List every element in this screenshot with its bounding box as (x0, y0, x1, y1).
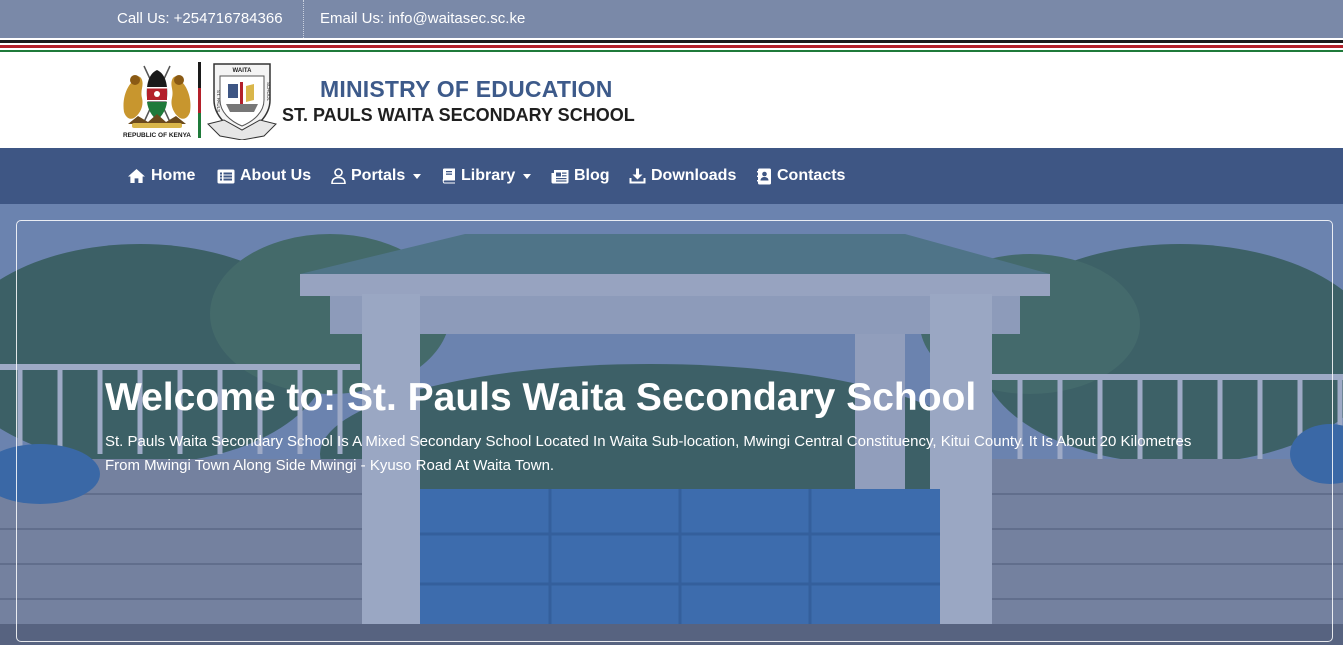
nav-library-label: Library (461, 167, 516, 184)
nav-blog-label: Blog (574, 167, 610, 184)
nav-about-us-label: About Us (240, 167, 312, 184)
chevron-down-icon (413, 173, 422, 179)
newspaper-icon (551, 169, 569, 183)
home-icon (128, 168, 145, 184)
topbar-divider (303, 0, 304, 38)
nav-home-label: Home (151, 167, 196, 184)
nav-portals[interactable]: Portals (331, 148, 422, 204)
user-icon (331, 168, 346, 184)
hero-title: Welcome to: St. Pauls Waita Secondary Sc… (105, 376, 977, 419)
nav-home[interactable]: Home (127, 148, 195, 204)
call-us-text[interactable]: Call Us: +254716784366 (117, 10, 283, 27)
school-crest-logo[interactable]: WAITA ST. PAULS SCHOOL (204, 60, 280, 140)
email-us-text[interactable]: Email Us: info@waitasec.sc.ke (320, 10, 525, 27)
download-icon (629, 168, 646, 184)
coat-caption: REPUBLIC OF KENYA (123, 132, 191, 139)
school-name: ST. PAULS WAITA SECONDARY SCHOOL (282, 105, 635, 125)
crest-left-text: ST. PAULS (216, 90, 221, 112)
nav-contacts-label: Contacts (777, 167, 846, 184)
ministry-title: MINISTRY OF EDUCATION (320, 76, 613, 102)
nav-downloads[interactable]: Downloads (629, 148, 736, 204)
main-navigation: Home About Us Portals Library Blog Downl… (0, 148, 1343, 204)
contact-book-icon (757, 168, 771, 184)
nav-portals-label: Portals (351, 167, 406, 184)
hero-banner: Welcome to: St. Pauls Waita Secondary Sc… (0, 204, 1343, 645)
list-icon (217, 169, 235, 183)
flag-stripes (0, 38, 1343, 52)
nav-contacts[interactable]: Contacts (757, 148, 845, 204)
nav-downloads-label: Downloads (651, 167, 737, 184)
hero-description: St. Pauls Waita Secondary School Is A Mi… (105, 433, 1192, 474)
kenya-coat-of-arms-logo[interactable]: REPUBLIC OF KENYA (118, 60, 196, 140)
crest-top-text: WAITA (233, 68, 253, 74)
chevron-down-icon (523, 173, 532, 179)
nav-library[interactable]: Library (442, 148, 532, 204)
top-info-bar: Call Us: +254716784366 Email Us: info@wa… (0, 0, 1343, 38)
site-header: REPUBLIC OF KENYA WAITA ST. PAULS SCHOOL… (0, 52, 1343, 148)
nav-blog[interactable]: Blog (551, 148, 610, 204)
nav-about-us[interactable]: About Us (217, 148, 311, 204)
header-divider (198, 62, 201, 138)
book-icon (442, 168, 455, 184)
crest-right-text: SCHOOL (266, 82, 271, 102)
